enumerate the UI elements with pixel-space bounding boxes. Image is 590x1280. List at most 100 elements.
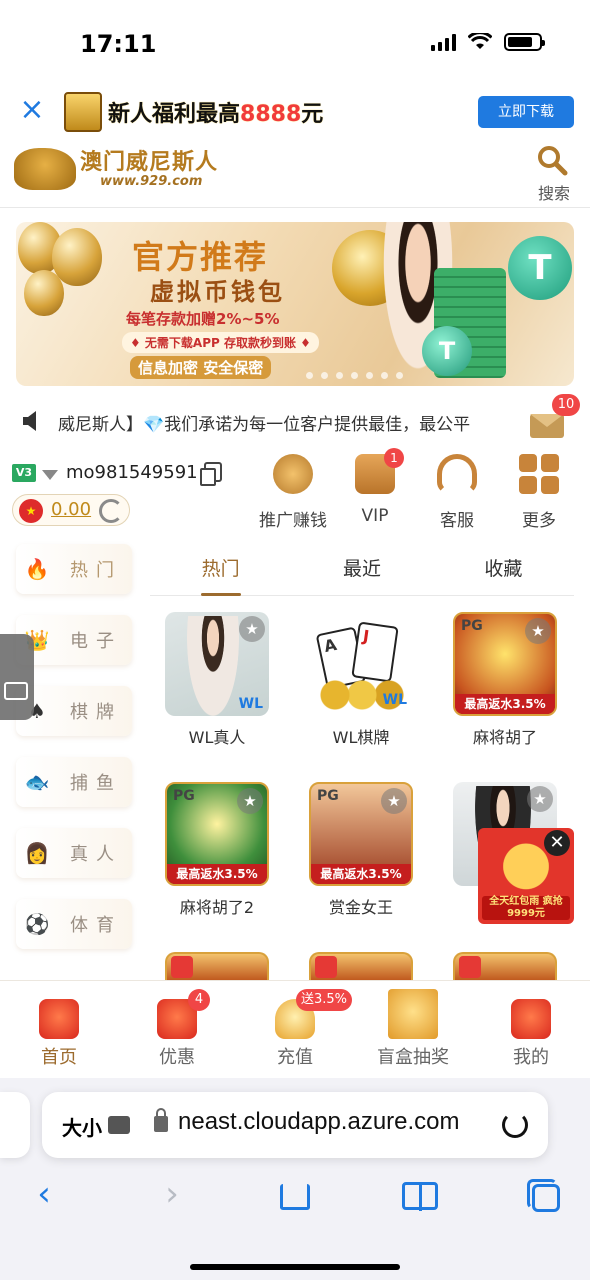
nav-label: 我的 <box>513 1047 549 1068</box>
qa-label: 客服 <box>440 511 474 531</box>
favorite-star-icon[interactable]: ★ <box>237 788 263 814</box>
search-label[interactable]: 搜索 <box>538 180 570 204</box>
category-label: 体育 <box>70 915 122 936</box>
text-size-button[interactable]: 大小 <box>62 1112 102 1141</box>
site-header: 澳门威尼斯人 www.929.com 搜索 <box>0 140 590 208</box>
tether-icon: T <box>508 236 572 300</box>
share-icon[interactable] <box>273 1174 317 1218</box>
more-button[interactable]: 更多 <box>498 450 580 531</box>
coins-icon <box>273 454 313 494</box>
favorite-star-icon[interactable]: ★ <box>525 618 551 644</box>
nav-deposit[interactable]: 送3.5% 充值 <box>236 981 354 1076</box>
game-tile-partial[interactable] <box>453 952 557 980</box>
vip-level-badge: V3 <box>12 464 36 482</box>
nav-blind-box[interactable]: 盲盒抽奖 <box>354 981 472 1076</box>
extension-icon[interactable] <box>108 1116 130 1134</box>
game-tile[interactable]: A J WL WL棋牌 <box>309 612 413 752</box>
nav-label: 优惠 <box>159 1047 195 1068</box>
close-promo-icon[interactable]: ✕ <box>544 830 570 856</box>
previous-tab-edge[interactable] <box>0 1092 30 1158</box>
favorite-star-icon[interactable]: ★ <box>239 616 265 642</box>
favorite-star-icon[interactable]: ★ <box>527 786 553 812</box>
status-icons <box>431 33 545 51</box>
promo-banner[interactable]: 官方推荐 虚拟币钱包 每笔存款加赠2%~5% ♦ 无需下载APP 存取款秒到账 … <box>16 222 574 386</box>
dealer-icon: 👩 <box>24 841 50 865</box>
category-live[interactable]: 👩 真人 <box>16 828 132 878</box>
game-tile[interactable]: PG ★ 最高返水3.5% 麻将胡了 <box>453 612 557 752</box>
customer-service-button[interactable]: 客服 <box>416 450 498 531</box>
pg-logo: PG <box>317 788 339 804</box>
game-tile-partial[interactable] <box>309 952 413 980</box>
reload-icon[interactable] <box>502 1112 528 1138</box>
download-now-button[interactable]: 立即下载 <box>478 96 574 128</box>
game-tile[interactable]: ★ WL WL真人 <box>165 612 269 752</box>
profile-icon <box>511 999 551 1039</box>
promote-earn-button[interactable]: 推广赚钱 <box>252 450 334 531</box>
nav-home[interactable]: 首页 <box>0 981 118 1076</box>
game-thumbnail: PG ★ 最高返水3.5% <box>165 782 269 886</box>
refresh-icon[interactable] <box>99 499 123 523</box>
forward-icon[interactable]: › <box>150 1174 194 1218</box>
copy-icon[interactable] <box>200 462 222 486</box>
qa-label: 推广赚钱 <box>259 511 327 531</box>
game-label: WL真人 <box>188 728 246 747</box>
download-text-suffix: 元 <box>301 102 324 127</box>
category-hot[interactable]: 🔥 热门 <box>16 544 132 594</box>
category-label: 棋牌 <box>70 702 122 723</box>
download-text-amount: 8888 <box>240 102 302 127</box>
browser-toolbar: ‹ › <box>0 1174 590 1218</box>
favorite-star-icon[interactable]: ★ <box>381 788 407 814</box>
nav-profile[interactable]: 我的 <box>472 981 590 1076</box>
tabs-icon[interactable] <box>524 1174 568 1218</box>
tab-hot[interactable]: 热门 <box>150 546 291 596</box>
tab-recent[interactable]: 最近 <box>291 546 432 595</box>
category-label: 电子 <box>70 631 122 652</box>
search-icon[interactable] <box>536 144 568 176</box>
promo-line-3: 信息加密 安全保密 <box>130 356 272 379</box>
fish-icon: 🐟 <box>24 770 50 794</box>
grid-icon <box>519 454 559 494</box>
game-label: WL棋牌 <box>332 728 390 747</box>
url-text[interactable]: neast.cloudapp.azure.com <box>178 1108 498 1136</box>
floating-side-tab[interactable] <box>0 634 34 720</box>
game-tabs: 热门 最近 收藏 <box>150 546 574 596</box>
deposit-bonus-badge: 送3.5% <box>296 989 353 1011</box>
carousel-dots[interactable] <box>306 372 403 379</box>
brand-name[interactable]: 澳门威尼斯人 <box>80 144 218 176</box>
game-tile-partial[interactable] <box>165 952 269 980</box>
category-fishing[interactable]: 🐟 捕鱼 <box>16 757 132 807</box>
game-label: 麻将胡了 <box>472 728 537 747</box>
mystery-box-icon <box>388 989 438 1039</box>
mail-icon[interactable] <box>530 414 564 438</box>
thumbs-up-icon <box>459 956 481 978</box>
vip-button[interactable]: 1 VIP <box>334 448 416 530</box>
nav-label: 充值 <box>277 1047 313 1068</box>
promo-line-2: ♦ 无需下载APP 存取款秒到账 ♦ <box>122 332 319 353</box>
game-tile[interactable]: PG ★ 最高返水3.5% 麻将胡了2 <box>165 782 269 922</box>
tab-favorites[interactable]: 收藏 <box>433 546 574 595</box>
bookmarks-icon[interactable] <box>398 1174 442 1218</box>
browser-chrome: 大小 neast.cloudapp.azure.com ‹ › <box>0 1078 590 1280</box>
chevron-down-icon[interactable] <box>42 470 58 480</box>
back-icon[interactable]: ‹ <box>22 1174 66 1218</box>
username: mo981549591 <box>66 462 198 483</box>
close-icon[interactable]: × <box>18 95 46 125</box>
mail-badge: 10 <box>552 394 580 416</box>
address-bar[interactable]: 大小 neast.cloudapp.azure.com <box>42 1092 548 1158</box>
game-label: 赏金女王 <box>328 898 393 917</box>
quick-actions: 推广赚钱 1 VIP 客服 更多 <box>252 448 582 531</box>
balance-value[interactable]: 0.00 <box>51 499 91 520</box>
user-info: V3 mo981549591 ★ 0.00 <box>10 458 240 528</box>
thumbs-up-icon <box>315 956 337 978</box>
game-tile[interactable]: PG ★ 最高返水3.5% 赏金女王 <box>309 782 413 922</box>
tv-icon <box>4 682 28 700</box>
nav-promotions[interactable]: 4 优惠 <box>118 981 236 1076</box>
rebate-tag: 最高返水3.5% <box>455 694 555 714</box>
announcement-marquee[interactable]: 威尼斯人】💎我们承诺为每一位客户提供最佳，最公平 10 <box>0 394 590 446</box>
vip-badge: 1 <box>384 448 404 468</box>
lion-logo-icon[interactable] <box>14 148 76 190</box>
speaker-icon <box>23 411 36 431</box>
game-thumbnail: PG ★ 最高返水3.5% <box>309 782 413 886</box>
tether-coin-small-icon: T <box>422 326 472 376</box>
category-sports[interactable]: ⚽ 体育 <box>16 899 132 949</box>
